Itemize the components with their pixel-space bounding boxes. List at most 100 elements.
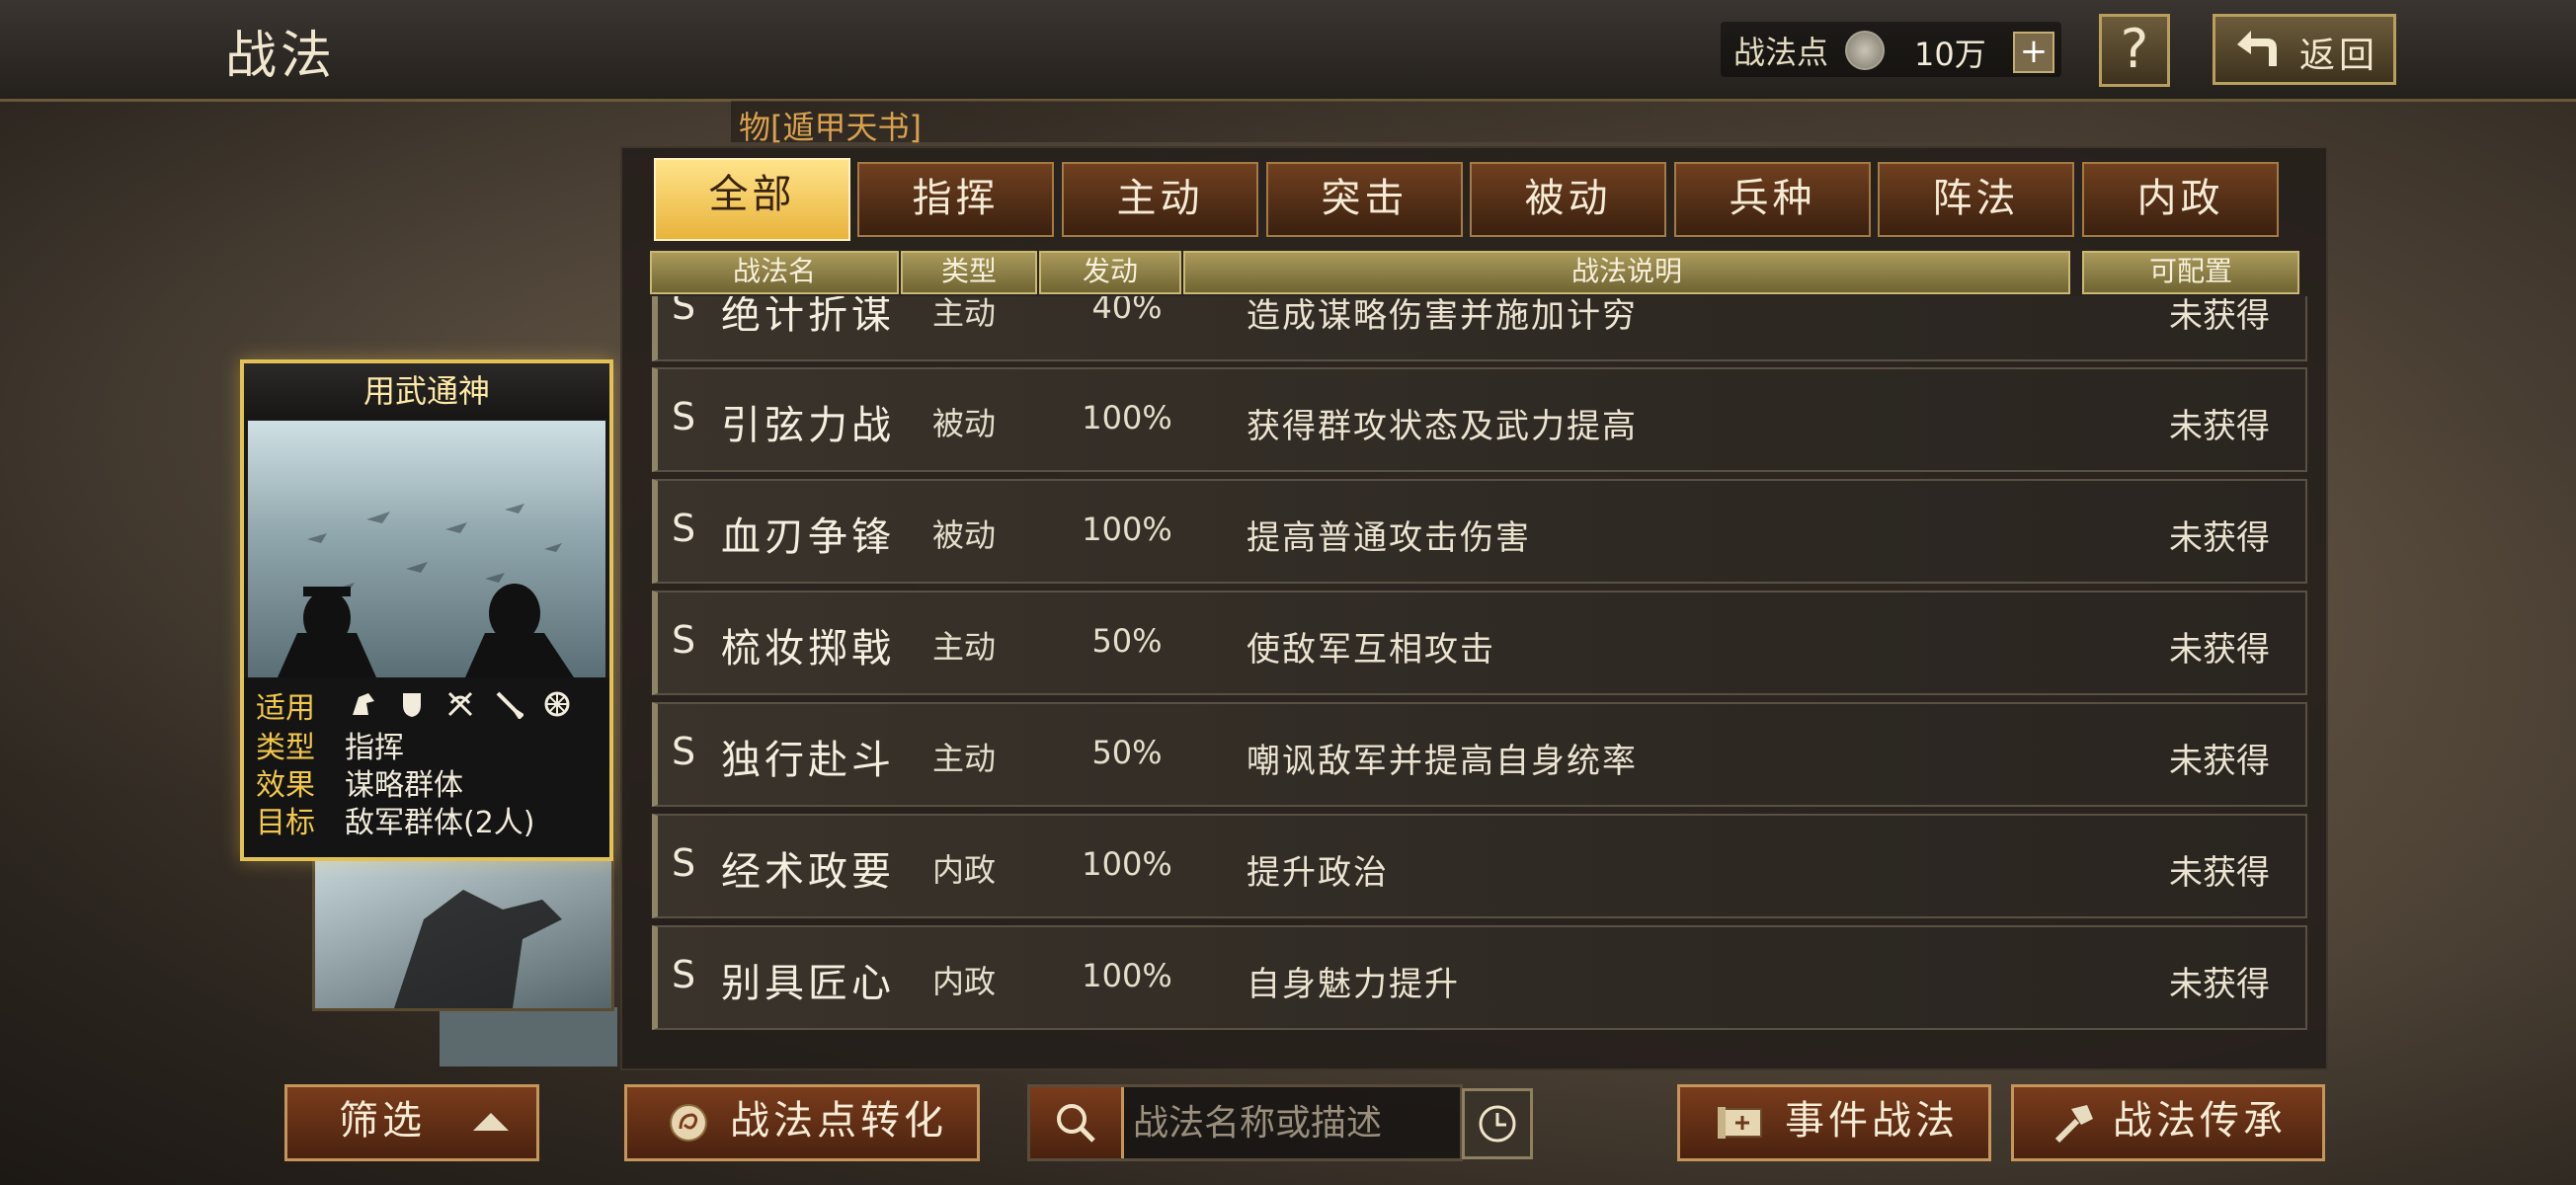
tactic-rate: 40% <box>1091 296 1163 326</box>
tactic-name: 经术政要 <box>721 849 895 895</box>
event-tactics-button[interactable]: 事件战法 <box>1677 1084 1991 1161</box>
filter-button[interactable]: 筛选 <box>284 1084 539 1161</box>
points-label: 战法点 <box>1733 34 1829 71</box>
warrior-silhouette-icon <box>394 890 562 1008</box>
scholars-silhouette-icon <box>278 504 574 677</box>
tactic-name: 梳妆掷戟 <box>721 626 895 672</box>
search-icon <box>1057 1104 1095 1143</box>
tactic-row[interactable]: S 经术政要 内政 100% 提升政治 未获得 <box>652 814 2307 918</box>
inherit-tactics-button[interactable]: 战法传承 <box>2011 1084 2325 1161</box>
tab-all[interactable]: 全部 <box>654 158 850 241</box>
tactic-grade: S <box>672 395 696 438</box>
header-rate[interactable]: 发动 <box>1039 251 1181 294</box>
tactic-type: 被动 <box>932 516 997 554</box>
search-input[interactable] <box>1131 1095 1451 1150</box>
tactic-rate: 100% <box>1082 511 1172 548</box>
tactic-type: 主动 <box>932 740 997 777</box>
card-artwork <box>248 421 605 677</box>
tactic-type: 内政 <box>932 963 997 1000</box>
tactic-status: 未获得 <box>2169 965 2270 1004</box>
item-label: 物[遁甲天书] <box>739 109 922 146</box>
tactic-desc: 造成谋略伤害并施加计穷 <box>1247 296 1638 336</box>
header-name[interactable]: 战法名 <box>650 251 899 294</box>
item-strip <box>731 101 2114 142</box>
tab-troop[interactable]: 兵种 <box>1674 162 1871 237</box>
tactic-status: 未获得 <box>2169 630 2270 670</box>
tab-assault[interactable]: 突击 <box>1266 162 1463 237</box>
add-points-button[interactable]: + <box>2013 32 2054 73</box>
tactic-grade: S <box>672 953 696 996</box>
tab-formation[interactable]: 阵法 <box>1878 162 2074 237</box>
tactics-list[interactable]: S 绝计折谋 主动 40% 造成谋略伤害并施加计穷 未获得 S 引弦力战 被动 … <box>622 296 2326 1066</box>
tactic-desc: 获得群攻状态及武力提高 <box>1247 407 1638 446</box>
search-button[interactable] <box>1030 1087 1124 1158</box>
secondary-card[interactable] <box>312 857 614 1011</box>
header-type[interactable]: 类型 <box>901 251 1037 294</box>
tactic-grade: S <box>672 507 696 550</box>
points-value: 10万 <box>1914 36 1986 73</box>
history-button[interactable] <box>1462 1088 1533 1159</box>
tactic-rate: 100% <box>1082 957 1172 994</box>
tactic-grade: S <box>672 730 696 773</box>
tab-active[interactable]: 主动 <box>1062 162 1258 237</box>
target-row: 目标 敌军群体(2人) <box>256 806 535 840</box>
tactic-status: 未获得 <box>2169 742 2270 781</box>
back-button[interactable]: 返回 <box>2213 14 2396 85</box>
tactic-name: 别具匠心 <box>721 961 895 1006</box>
tab-passive[interactable]: 被动 <box>1470 162 1666 237</box>
inherit-label: 战法传承 <box>2113 1098 2287 1144</box>
siege-icon <box>544 691 570 717</box>
tactic-rate: 50% <box>1091 622 1163 660</box>
tactic-rate: 100% <box>1082 845 1172 883</box>
tactic-desc: 提升政治 <box>1247 853 1389 893</box>
tactic-row[interactable]: S 别具匠心 内政 100% 自身魅力提升 未获得 <box>652 925 2307 1030</box>
tactic-type: 主动 <box>932 296 997 332</box>
tactic-name: 独行赴斗 <box>721 738 895 783</box>
header-desc: 战法说明 <box>1183 251 2070 294</box>
tactic-desc: 提高普通攻击伤害 <box>1247 518 1531 558</box>
tactic-desc: 使敌军互相攻击 <box>1247 630 1495 670</box>
coin-swirl-icon <box>670 1104 707 1142</box>
tactic-type: 主动 <box>932 628 997 666</box>
tactic-rate: 100% <box>1082 399 1172 436</box>
tab-command[interactable]: 指挥 <box>857 162 1054 237</box>
tactic-row[interactable]: S 血刃争锋 被动 100% 提高普通攻击伤害 未获得 <box>652 479 2307 584</box>
tab-civil[interactable]: 内政 <box>2082 162 2279 237</box>
tactic-card[interactable]: 用武通神 适用 类型 指挥 效果 谋略群体 目标 敌军群体(2人) <box>240 359 613 861</box>
help-button[interactable]: ? <box>2099 14 2170 87</box>
tactic-grade: S <box>672 618 696 662</box>
tactic-status: 未获得 <box>2169 518 2270 558</box>
tactic-desc: 自身魅力提升 <box>1247 965 1460 1004</box>
tactic-status: 未获得 <box>2169 853 2270 893</box>
convert-points-button[interactable]: 战法点转化 <box>624 1084 980 1161</box>
tactic-row[interactable]: S 梳妆掷戟 主动 50% 使敌军互相攻击 未获得 <box>652 591 2307 695</box>
header-configurable[interactable]: 可配置 <box>2082 251 2299 294</box>
card-info: 适用 类型 指挥 效果 谋略群体 目标 敌军群体(2人) <box>244 677 609 857</box>
card-shadow-art <box>440 1007 617 1066</box>
card-title: 用武通神 <box>244 363 609 419</box>
tactic-desc: 嘲讽敌军并提高自身统率 <box>1247 742 1638 781</box>
tactic-type: 内政 <box>932 851 997 889</box>
convert-label: 战法点转化 <box>730 1098 947 1144</box>
applicable-icons <box>349 689 586 719</box>
shield-icon <box>403 693 422 717</box>
search-bar <box>1027 1084 1463 1161</box>
hammer-icon <box>2054 1105 2093 1144</box>
tactic-row[interactable]: S 绝计折谋 主动 40% 造成谋略伤害并施加计穷 未获得 <box>652 296 2307 361</box>
tactic-row[interactable]: S 引弦力战 被动 100% 获得群攻状态及武力提高 未获得 <box>652 367 2307 472</box>
tactic-status: 未获得 <box>2169 296 2270 336</box>
applicable-row: 适用 <box>256 691 315 726</box>
tactic-status: 未获得 <box>2169 407 2270 446</box>
back-arrow-icon <box>2237 31 2277 66</box>
top-bar: 战法 战法点 10万 + ? 返回 <box>0 0 2576 102</box>
archer-icon <box>448 691 473 717</box>
tactic-row[interactable]: S 独行赴斗 主动 50% 嘲讽敌军并提高自身统率 未获得 <box>652 702 2307 807</box>
event-tactics-label: 事件战法 <box>1785 1098 1959 1144</box>
triangle-up-icon <box>473 1113 509 1131</box>
tactic-rate: 50% <box>1091 734 1163 771</box>
tactic-grade: S <box>672 841 696 885</box>
back-label: 返回 <box>2299 36 2379 76</box>
clock-icon <box>1479 1105 1516 1143</box>
tactic-name: 绝计折谋 <box>721 296 895 338</box>
spear-icon <box>496 691 524 719</box>
